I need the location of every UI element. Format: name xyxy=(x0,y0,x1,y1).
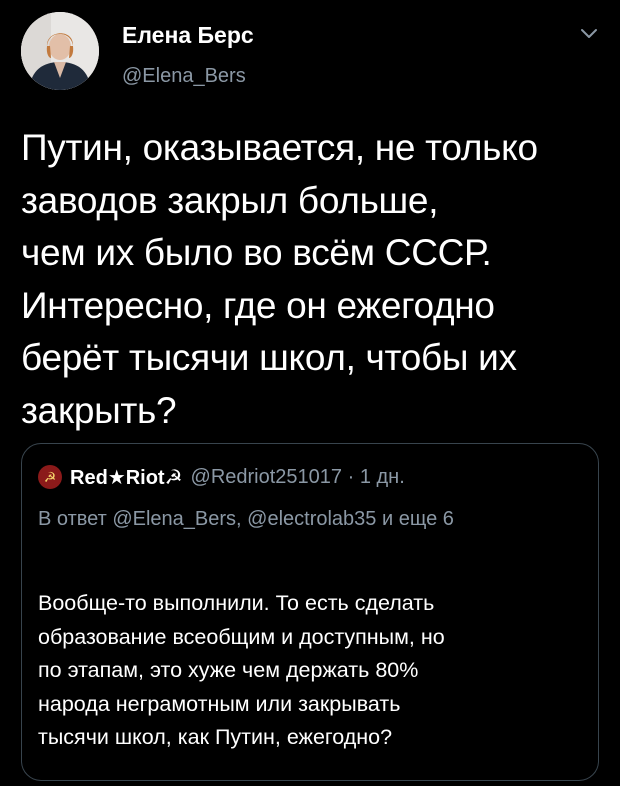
reply-suffix[interactable]: и еще 6 xyxy=(376,508,454,530)
quoted-text-line: Вообще-то выполнили. То есть сделать xyxy=(38,591,435,615)
tweet-text: Путин, оказывается, не только заводов за… xyxy=(21,122,611,437)
quoted-text-line: образование всеобщим и доступным, но xyxy=(38,624,445,649)
quoted-tweet-card[interactable]: ☭ Red★Riot☭ @Redriot251017 · 1 дн. В отв… xyxy=(21,443,599,781)
author-photo xyxy=(21,12,99,90)
quoted-text-line: по этапам, это хуже чем держать 80% xyxy=(38,658,419,682)
reply-separator: , xyxy=(236,508,248,530)
quoted-text-line: тысячи школ, как Путин, ежегодно? xyxy=(38,725,393,749)
reply-context: В ответ @Elena_Bers, @electrolab35 и еще… xyxy=(38,504,583,534)
tweet-text-line: заводов закрыл больше, xyxy=(21,179,439,221)
quoted-text-line: народа неграмотным или закрывать xyxy=(38,691,401,716)
tweet-text-line: чем их было во всём СССР. xyxy=(21,232,492,273)
reply-mention[interactable]: @electrolab35 xyxy=(247,508,376,530)
author-handle[interactable]: @Elena_Bers xyxy=(122,65,246,88)
tweet-text-line: закрыть? xyxy=(21,389,177,431)
quoted-author-name[interactable]: Red★Riot☭ xyxy=(70,465,183,490)
quoted-tweet-text: Вообще-то выполнили. То есть сделать обр… xyxy=(38,587,593,755)
reply-prefix: В ответ xyxy=(38,508,113,530)
hammer-sickle-avatar[interactable]: ☭ xyxy=(38,465,62,489)
author-name[interactable]: Елена Берс xyxy=(122,22,254,49)
quoted-author-meta: @Redriot251017 · 1 дн. xyxy=(190,465,405,488)
chevron-down-icon[interactable] xyxy=(578,26,600,42)
author-avatar[interactable] xyxy=(21,12,99,90)
reply-mention[interactable]: @Elena_Bers xyxy=(112,508,236,530)
tweet-text-line: Интересно, где он ежегодно xyxy=(21,284,495,326)
tweet-text-line: Путин, оказывается, не только xyxy=(21,127,538,168)
tweet-text-line: берёт тысячи школ, чтобы их xyxy=(21,337,517,378)
quoted-tweet-header: ☭ Red★Riot☭ @Redriot251017 · 1 дн. xyxy=(38,464,405,490)
